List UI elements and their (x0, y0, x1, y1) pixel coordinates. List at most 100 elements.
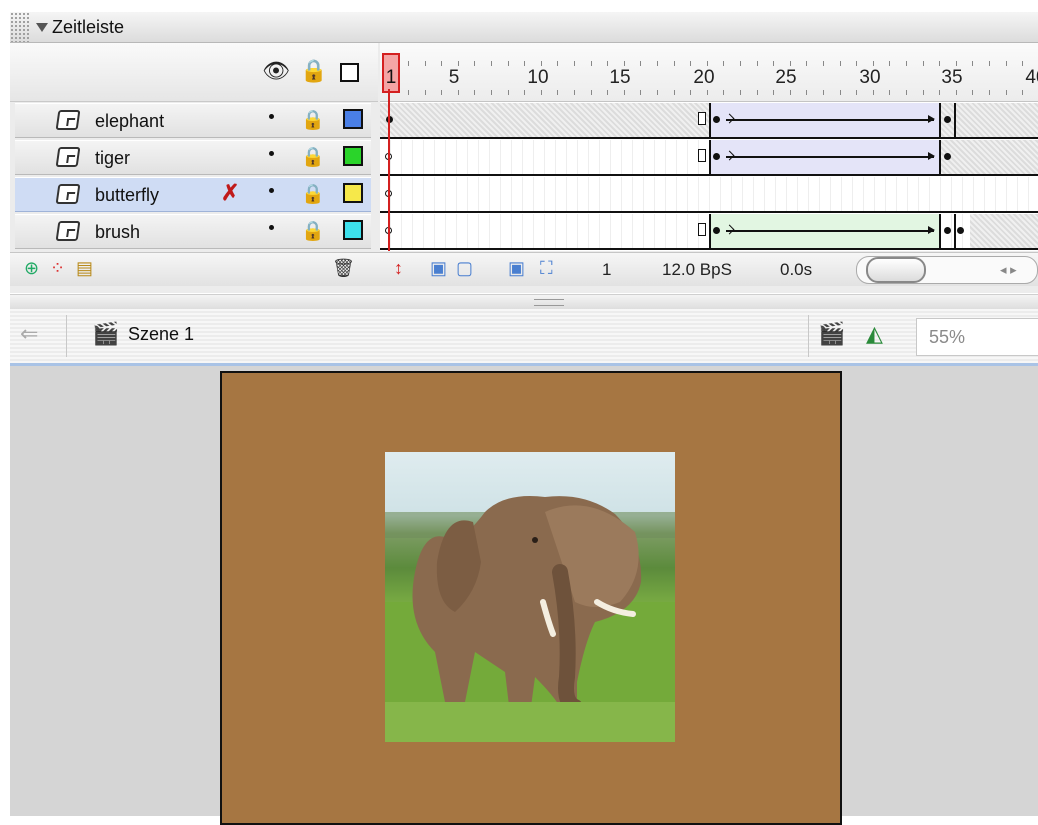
keyframe[interactable] (713, 227, 720, 234)
layer-row-butterfly[interactable]: butterfly ✗ 🔒 (15, 177, 371, 212)
outline-color-swatch[interactable] (343, 220, 363, 240)
visibility-dot[interactable] (269, 188, 274, 193)
scroll-thumb[interactable] (866, 257, 926, 283)
edit-scene-icon[interactable]: 🎬 (818, 321, 845, 347)
ruler-tick (773, 61, 775, 66)
frame-row-brush[interactable] (380, 214, 1038, 250)
add-layer-icon[interactable]: ⊕ (24, 258, 39, 279)
ruler-tick (756, 90, 758, 95)
ruler-tick (424, 90, 426, 95)
ruler-tick (1005, 90, 1007, 95)
layer-row-brush[interactable]: brush 🔒 (15, 214, 371, 249)
ruler-tick (839, 90, 841, 95)
keyframe[interactable] (944, 116, 951, 123)
ruler-tick (690, 90, 692, 95)
pencil-crossed-icon[interactable]: ✗ (221, 180, 239, 206)
panel-splitter[interactable] (10, 294, 1038, 310)
scroll-arrows-icon[interactable]: ◂ ▸ (1000, 262, 1017, 278)
blank-keyframe[interactable] (698, 149, 706, 162)
ruler-tick (408, 61, 409, 66)
layer-row-tiger[interactable]: tiger 🔒 (15, 140, 371, 175)
layer-row-elephant[interactable]: elephant 🔒 (15, 103, 371, 138)
frames-panel[interactable]: 5 10 15 20 25 30 35 40 1 (380, 43, 1038, 251)
outline-square-icon[interactable] (340, 63, 359, 82)
frame-row-butterfly[interactable] (380, 177, 1038, 213)
edit-multiple-frames-icon[interactable]: ▣ (508, 258, 525, 279)
onion-skin-icon[interactable]: ▣ (430, 258, 447, 279)
ruler-tick (474, 61, 476, 66)
trash-icon[interactable]: 🗑 (332, 258, 355, 279)
outline-color-swatch[interactable] (343, 146, 363, 166)
ruler-tick (1022, 90, 1024, 95)
edit-symbol-icon[interactable]: ◭ (866, 321, 883, 347)
zoom-value: 55% (929, 327, 966, 347)
ruler-tick (972, 61, 974, 66)
ruler-tick (989, 90, 990, 95)
blank-keyframe[interactable] (698, 223, 706, 236)
ruler-label: 20 (693, 67, 715, 88)
outline-color-swatch[interactable] (343, 183, 363, 203)
center-frame-icon[interactable]: ↕ (394, 258, 403, 279)
ruler-tick (673, 90, 675, 95)
back-arrow-icon[interactable]: ⇐ (20, 321, 38, 347)
tween-arrow (726, 227, 935, 233)
collapse-triangle-icon[interactable] (36, 23, 48, 32)
ruler-tick (706, 90, 708, 95)
ruler-tick (590, 90, 592, 95)
keyframe[interactable] (713, 116, 720, 123)
visibility-dot[interactable] (269, 151, 274, 156)
visibility-dot[interactable] (269, 114, 274, 119)
panel-grip[interactable] (10, 12, 30, 42)
eye-icon[interactable]: 👁 (262, 59, 290, 83)
keyframe[interactable] (944, 153, 951, 160)
ruler-tick (756, 61, 758, 66)
ruler-tick (939, 61, 941, 66)
add-guide-layer-icon[interactable]: ⁘ (50, 258, 65, 279)
ruler-tick (657, 90, 658, 95)
keyframe[interactable] (957, 227, 964, 234)
ruler-tick (839, 61, 841, 66)
keyframe[interactable] (944, 227, 951, 234)
onion-markers-icon[interactable]: ⛶ (540, 258, 553, 279)
ruler-label: 40 (1025, 67, 1038, 88)
onion-outline-icon[interactable]: ▢ (456, 258, 473, 279)
visibility-dot[interactable] (269, 225, 274, 230)
frame-row-elephant[interactable] (380, 103, 1038, 139)
lock-icon[interactable]: 🔒 (301, 182, 325, 206)
ruler-tick (889, 61, 891, 66)
frame-span[interactable] (970, 214, 1038, 248)
ruler-tick (623, 61, 625, 66)
divider (66, 315, 67, 357)
layer-name: tiger (95, 148, 131, 168)
outline-color-swatch[interactable] (343, 109, 363, 129)
playhead-line (388, 89, 390, 251)
timeline-panel-header[interactable]: Zeitleiste (10, 12, 1038, 43)
frame-divider (939, 214, 941, 248)
lock-icon[interactable]: 🔒 (301, 145, 325, 169)
ruler-tick (457, 61, 459, 66)
tween-arrow (726, 116, 935, 122)
keyframe[interactable] (713, 153, 720, 160)
ruler-label: 10 (527, 67, 549, 88)
scene-name[interactable]: Szene 1 (128, 324, 194, 345)
frame-ruler[interactable]: 5 10 15 20 25 30 35 40 1 (380, 43, 1038, 102)
splitter-grip[interactable] (534, 299, 564, 306)
blank-keyframe[interactable] (698, 112, 706, 125)
frame-divider (939, 103, 941, 137)
elephant-image[interactable] (385, 452, 675, 742)
frame-span[interactable] (941, 140, 1038, 174)
lock-icon[interactable]: 🔒 (301, 219, 325, 243)
zoom-input[interactable]: 55% (916, 318, 1038, 356)
frame-divider (954, 103, 956, 137)
frame-row-tiger[interactable] (380, 140, 1038, 176)
ruler-tick (557, 61, 559, 66)
add-folder-icon[interactable]: ▤ (76, 258, 93, 279)
stage-area (10, 366, 1038, 825)
stage[interactable] (220, 371, 842, 825)
lock-icon[interactable]: 🔒 (301, 108, 325, 132)
ruler-tick (408, 90, 409, 95)
lock-icon[interactable]: 🔒 (300, 59, 327, 83)
layer-header: 👁 🔒 (10, 43, 378, 102)
layer-name: butterfly (95, 185, 160, 205)
ruler-tick (723, 90, 725, 95)
